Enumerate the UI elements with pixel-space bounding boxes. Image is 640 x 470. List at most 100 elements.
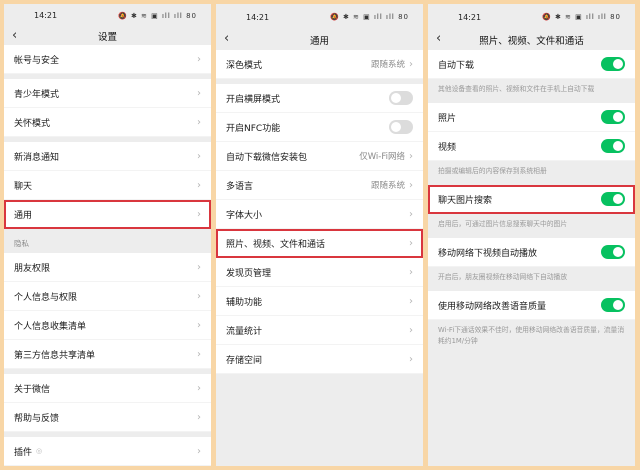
status-icons: 🔕 ✱ ≋ ▣ ıll ıll 80 bbox=[118, 11, 197, 20]
status-time: 14:21 bbox=[458, 12, 482, 22]
settings-row[interactable]: 青少年模式 › bbox=[4, 79, 211, 108]
nav-bar: ‹ 照片、视频、文件和通话 bbox=[428, 30, 635, 50]
settings-row[interactable]: 关怀模式 › bbox=[4, 108, 211, 137]
row-label: 个人信息收集清单 bbox=[14, 321, 87, 332]
row-label-wrap: 通用 bbox=[14, 208, 197, 221]
row-label: 移动网络下视频自动播放 bbox=[438, 248, 538, 259]
chevron-right-icon: › bbox=[197, 53, 201, 65]
chevron-right-icon: › bbox=[197, 150, 201, 162]
row-label-wrap: 照片 bbox=[438, 111, 601, 124]
settings-row[interactable]: 开启NFC功能 bbox=[216, 113, 423, 142]
chevron-right-icon: › bbox=[409, 324, 413, 336]
row-label: 发现页管理 bbox=[226, 268, 272, 279]
settings-row[interactable]: 移动网络下视频自动播放 bbox=[428, 238, 635, 267]
row-label: 开启横屏模式 bbox=[226, 94, 281, 105]
settings-list: 深色模式 跟随系统 › 开启横屏模式 开启NFC功能 自动下载微信安装包 仅Wi-Fi网络 ›… bbox=[216, 50, 423, 374]
settings-row[interactable]: 开启横屏模式 bbox=[216, 84, 423, 113]
settings-row[interactable]: 发现页管理 › bbox=[216, 258, 423, 287]
settings-row[interactable]: 新消息通知 › bbox=[4, 142, 211, 171]
row-label-wrap: 新消息通知 bbox=[14, 150, 197, 163]
status-time: 14:21 bbox=[34, 11, 58, 21]
row-label: 存储空间 bbox=[226, 355, 263, 366]
settings-row[interactable]: 插件 ◎ › bbox=[4, 437, 211, 466]
settings-row[interactable]: 个人信息与权限 › bbox=[4, 282, 211, 311]
row-label: 使用移动网络改善语音质量 bbox=[438, 301, 547, 312]
toggle-switch[interactable] bbox=[601, 192, 625, 206]
row-label-wrap: 帮助与反馈 bbox=[14, 411, 197, 424]
chevron-right-icon: › bbox=[197, 179, 201, 191]
status-bar: 14:21 🔕 ✱ ≋ ▣ ıll ıll 80 bbox=[428, 4, 635, 30]
row-label-wrap: 移动网络下视频自动播放 bbox=[438, 246, 601, 259]
chevron-right-icon: › bbox=[197, 290, 201, 302]
chevron-right-icon: › bbox=[409, 295, 413, 307]
row-label: 第三方信息共享清单 bbox=[14, 350, 96, 361]
page-title: 照片、视频、文件和通话 bbox=[479, 36, 584, 47]
settings-row[interactable]: 聊天图片搜索 bbox=[428, 185, 635, 214]
row-label-wrap: 自动下载 bbox=[438, 58, 601, 71]
chevron-right-icon: › bbox=[409, 58, 413, 70]
row-label: 开启NFC功能 bbox=[226, 123, 281, 134]
back-icon[interactable]: ‹ bbox=[12, 28, 17, 43]
settings-screen: 14:21 🔕 ✱ ≋ ▣ ıll ıll 80 ‹ 设置 帐号与安全 › 青少年模式 › 关怀… bbox=[4, 4, 211, 466]
settings-row[interactable]: 聊天 › bbox=[4, 171, 211, 200]
row-label: 照片 bbox=[438, 113, 457, 124]
back-icon[interactable]: ‹ bbox=[224, 31, 229, 46]
settings-row[interactable]: 多语言 跟随系统 › bbox=[216, 171, 423, 200]
row-label: 帮助与反馈 bbox=[14, 413, 60, 424]
row-value: 仅Wi-Fi网络 bbox=[359, 152, 405, 162]
chevron-right-icon: › bbox=[197, 382, 201, 394]
setting-description: 启用后，可通过图片信息搜索聊天中的图片 bbox=[438, 220, 568, 228]
row-label-wrap: 字体大小 bbox=[226, 208, 409, 221]
setting-description: 拍摄或编辑后的内容保存到系统相册 bbox=[438, 167, 547, 175]
settings-row[interactable]: 个人信息收集清单 › bbox=[4, 311, 211, 340]
settings-row[interactable]: 字体大小 › bbox=[216, 200, 423, 229]
chevron-right-icon: › bbox=[409, 266, 413, 278]
settings-row[interactable]: 视频 bbox=[428, 132, 635, 161]
row-label-wrap: 开启NFC功能 bbox=[226, 121, 389, 134]
page-title: 设置 bbox=[97, 32, 117, 44]
chevron-right-icon: › bbox=[197, 348, 201, 360]
settings-list: 自动下载 其他设备查看的照片、视频和文件在手机上自动下载 照片 视频 拍摄或编辑后的内容… bbox=[428, 50, 635, 355]
back-icon[interactable]: ‹ bbox=[436, 31, 441, 46]
chevron-right-icon: › bbox=[197, 87, 201, 99]
settings-row[interactable]: 自动下载微信安装包 仅Wi-Fi网络 › bbox=[216, 142, 423, 171]
row-label: 辅助功能 bbox=[226, 297, 263, 308]
row-label-wrap: 使用移动网络改善语音质量 bbox=[438, 299, 601, 312]
status-bar: 14:21 🔕 ✱ ≋ ▣ ıll ıll 80 bbox=[4, 4, 211, 27]
status-bar: 14:21 🔕 ✱ ≋ ▣ ıll ıll 80 bbox=[216, 4, 423, 30]
settings-row[interactable]: 照片 bbox=[428, 103, 635, 132]
row-label-wrap: 关怀模式 bbox=[14, 116, 197, 129]
row-label-wrap: 聊天图片搜索 bbox=[438, 193, 601, 206]
row-label-wrap: 插件 ◎ bbox=[14, 445, 197, 458]
row-value: 跟随系统 bbox=[370, 60, 405, 70]
chevron-right-icon: › bbox=[409, 179, 413, 191]
settings-row[interactable]: 照片、视频、文件和通话 › bbox=[216, 229, 423, 258]
settings-row[interactable]: 存储空间 › bbox=[216, 345, 423, 374]
toggle-switch[interactable] bbox=[601, 110, 625, 124]
settings-row[interactable]: 自动下载 bbox=[428, 50, 635, 79]
general-screen: 14:21 🔕 ✱ ≋ ▣ ıll ıll 80 ‹ 通用 深色模式 跟随系统 › 开启横屏模… bbox=[216, 4, 423, 466]
row-label: 个人信息与权限 bbox=[14, 292, 78, 303]
settings-row[interactable]: 通用 › bbox=[4, 200, 211, 229]
row-label-wrap: 个人信息与权限 bbox=[14, 290, 197, 303]
settings-row[interactable]: 朋友权限 › bbox=[4, 253, 211, 282]
toggle-switch[interactable] bbox=[601, 245, 625, 259]
toggle-switch[interactable] bbox=[601, 139, 625, 153]
row-label: 视频 bbox=[438, 142, 457, 153]
settings-row[interactable]: 帮助与反馈 › bbox=[4, 403, 211, 432]
toggle-switch[interactable] bbox=[601, 57, 625, 71]
row-label: 关于微信 bbox=[14, 384, 51, 395]
settings-row[interactable]: 深色模式 跟随系统 › bbox=[216, 50, 423, 79]
toggle-switch[interactable] bbox=[601, 298, 625, 312]
chevron-right-icon: › bbox=[197, 261, 201, 273]
row-label: 自动下载 bbox=[438, 60, 475, 71]
settings-row[interactable]: 帐号与安全 › bbox=[4, 45, 211, 74]
settings-row[interactable]: 流量统计 › bbox=[216, 316, 423, 345]
toggle-switch[interactable] bbox=[389, 120, 413, 134]
toggle-switch[interactable] bbox=[389, 91, 413, 105]
settings-row[interactable]: 辅助功能 › bbox=[216, 287, 423, 316]
settings-row[interactable]: 使用移动网络改善语音质量 bbox=[428, 291, 635, 320]
settings-row[interactable]: 关于微信 › bbox=[4, 374, 211, 403]
settings-row[interactable]: 第三方信息共享清单 › bbox=[4, 340, 211, 369]
row-label-wrap: 视频 bbox=[438, 140, 601, 153]
